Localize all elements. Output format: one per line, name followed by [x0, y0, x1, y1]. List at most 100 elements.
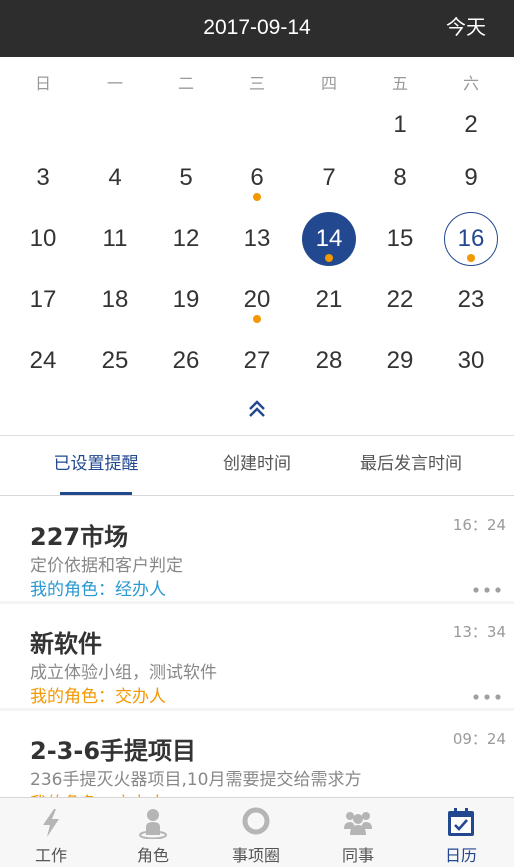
item-time: 13：34: [452, 623, 506, 641]
calendar-day[interactable]: 19: [159, 273, 213, 327]
calendar-day[interactable]: 16: [444, 212, 498, 266]
more-icon[interactable]: [472, 585, 502, 595]
day-number: 8: [393, 164, 407, 191]
calendar-day[interactable]: 17: [16, 273, 70, 327]
reminder-dot: [325, 254, 333, 262]
calendar-day[interactable]: 9: [444, 151, 498, 205]
item-description: 定价依据和客户判定: [30, 556, 183, 576]
day-number: 17: [29, 286, 57, 313]
calendar-day[interactable]: 4: [88, 151, 142, 205]
nav-role[interactable]: 角色: [102, 798, 204, 867]
month-calendar: 日一二三四五六 1 2 3 4 5 6 7 8 9 10 11 12 13 14 15 16 17 18 19 20 2…: [0, 57, 514, 436]
day-number: 4: [108, 164, 122, 191]
lightning-icon: [43, 809, 59, 837]
calendar-day[interactable]: 13: [230, 212, 284, 266]
calendar-day[interactable]: 11: [88, 212, 142, 266]
item-description: 成立体验小组，测试软件: [30, 663, 217, 683]
calendar-day[interactable]: 22: [373, 273, 427, 327]
active-tab-indicator: [60, 492, 132, 495]
calendar-day[interactable]: 6: [230, 151, 284, 205]
calendar-day[interactable]: 28: [302, 334, 356, 388]
day-number: 24: [29, 347, 57, 374]
nav-label: 事项圈: [231, 846, 280, 865]
day-number: 23: [457, 286, 485, 313]
reminder-dot: [253, 315, 261, 323]
calendar-day[interactable]: 10: [16, 212, 70, 266]
weekday-label: 一: [106, 74, 123, 93]
bottom-navigation: 工作 角色 事项圈 同事 日历: [0, 797, 514, 867]
calendar-day[interactable]: 24: [16, 334, 70, 388]
calendar-day[interactable]: 8: [373, 151, 427, 205]
tab-created-time[interactable]: 创建时间: [196, 436, 318, 496]
today-button[interactable]: 今天: [446, 0, 486, 57]
nav-colleagues[interactable]: 同事: [307, 798, 409, 867]
day-number: 5: [179, 164, 193, 191]
calendar-day[interactable]: 18: [88, 273, 142, 327]
calendar-day[interactable]: 29: [373, 334, 427, 388]
top-bar: 2017-09-14 今天: [0, 0, 514, 57]
item-title: 新软件: [30, 630, 102, 658]
tab-last-comment-time[interactable]: 最后发言时间: [336, 436, 486, 496]
more-icon[interactable]: [472, 692, 502, 702]
item-role: 我的角色：经办人: [30, 580, 166, 600]
app-screen: 2017-09-14 今天 日一二三四五六 1 2 3 4 5 6 7 8 9 10 11 12 13 1…: [0, 0, 514, 867]
item-description: 236手提灭火器项目,10月需要提交给需求方: [30, 770, 362, 790]
day-number: 26: [172, 347, 200, 374]
item-time: 09：24: [452, 730, 506, 748]
day-number: 25: [101, 347, 129, 374]
day-number: 2: [464, 111, 478, 138]
calendar-day[interactable]: 23: [444, 273, 498, 327]
calendar-day[interactable]: 26: [159, 334, 213, 388]
nav-label: 角色: [136, 846, 169, 865]
calendar-day[interactable]: 25: [88, 334, 142, 388]
day-number: 21: [315, 286, 343, 313]
calendar-day[interactable]: 20: [230, 273, 284, 327]
current-date-title: 2017-09-14: [203, 16, 311, 39]
weekday-label: 六: [462, 74, 479, 93]
day-number: 1: [393, 111, 407, 138]
day-number: 7: [322, 164, 336, 191]
item-role: 我的角色：交办人: [30, 789, 166, 797]
nav-label: 日历: [444, 846, 477, 865]
calendar-day[interactable]: 12: [159, 212, 213, 266]
calendar-day[interactable]: 7: [302, 151, 356, 205]
double-chevron-up-icon[interactable]: [243, 396, 271, 420]
day-number: 30: [457, 347, 485, 374]
weekday-label: 四: [320, 74, 337, 93]
list-item[interactable]: 227市场 定价依据和客户判定 我的角色：经办人 16：24: [0, 497, 514, 601]
task-list: 227市场 定价依据和客户判定 我的角色：经办人 16：24 新软件 成立体验小…: [0, 497, 514, 797]
calendar-day[interactable]: 5: [159, 151, 213, 205]
day-number: 28: [315, 347, 343, 374]
list-item[interactable]: 2-3-6手提项目 236手提灭火器项目,10月需要提交给需求方 我的角色：交办…: [0, 711, 514, 797]
day-number: 13: [243, 225, 271, 252]
nav-work[interactable]: 工作: [0, 798, 102, 867]
nav-label: 同事: [341, 846, 374, 865]
nav-label: 工作: [34, 846, 67, 865]
reminder-dot: [467, 254, 475, 262]
calendar-day[interactable]: 30: [444, 334, 498, 388]
circle-icon: [242, 807, 270, 835]
list-item[interactable]: 新软件 成立体验小组，测试软件 我的角色：交办人 13：34: [0, 604, 514, 708]
weekday-label: 二: [177, 74, 194, 93]
calendar-day[interactable]: 21: [302, 273, 356, 327]
item-role: 我的角色：交办人: [30, 687, 166, 707]
calendar-day[interactable]: 27: [230, 334, 284, 388]
day-number: 9: [464, 164, 478, 191]
calendar-day[interactable]: 2: [444, 98, 498, 152]
day-number: 29: [386, 347, 414, 374]
calendar-day[interactable]: 15: [373, 212, 427, 266]
day-number: 10: [29, 225, 57, 252]
weekday-label: 三: [248, 74, 265, 93]
nav-circle[interactable]: 事项圈: [205, 798, 307, 867]
sort-tabs: 已设置提醒 创建时间 最后发言时间: [0, 436, 514, 496]
calendar-day[interactable]: 14: [302, 212, 356, 266]
day-number: 22: [386, 286, 414, 313]
weekday-label: 五: [391, 74, 408, 93]
item-title: 2-3-6手提项目: [30, 737, 197, 765]
calendar-day[interactable]: 3: [16, 151, 70, 205]
day-number: 18: [101, 286, 129, 313]
calendar-check-icon: [448, 808, 474, 836]
nav-calendar[interactable]: 日历: [410, 798, 512, 867]
calendar-day[interactable]: 1: [373, 98, 427, 152]
tab-reminders[interactable]: 已设置提醒: [36, 436, 156, 496]
